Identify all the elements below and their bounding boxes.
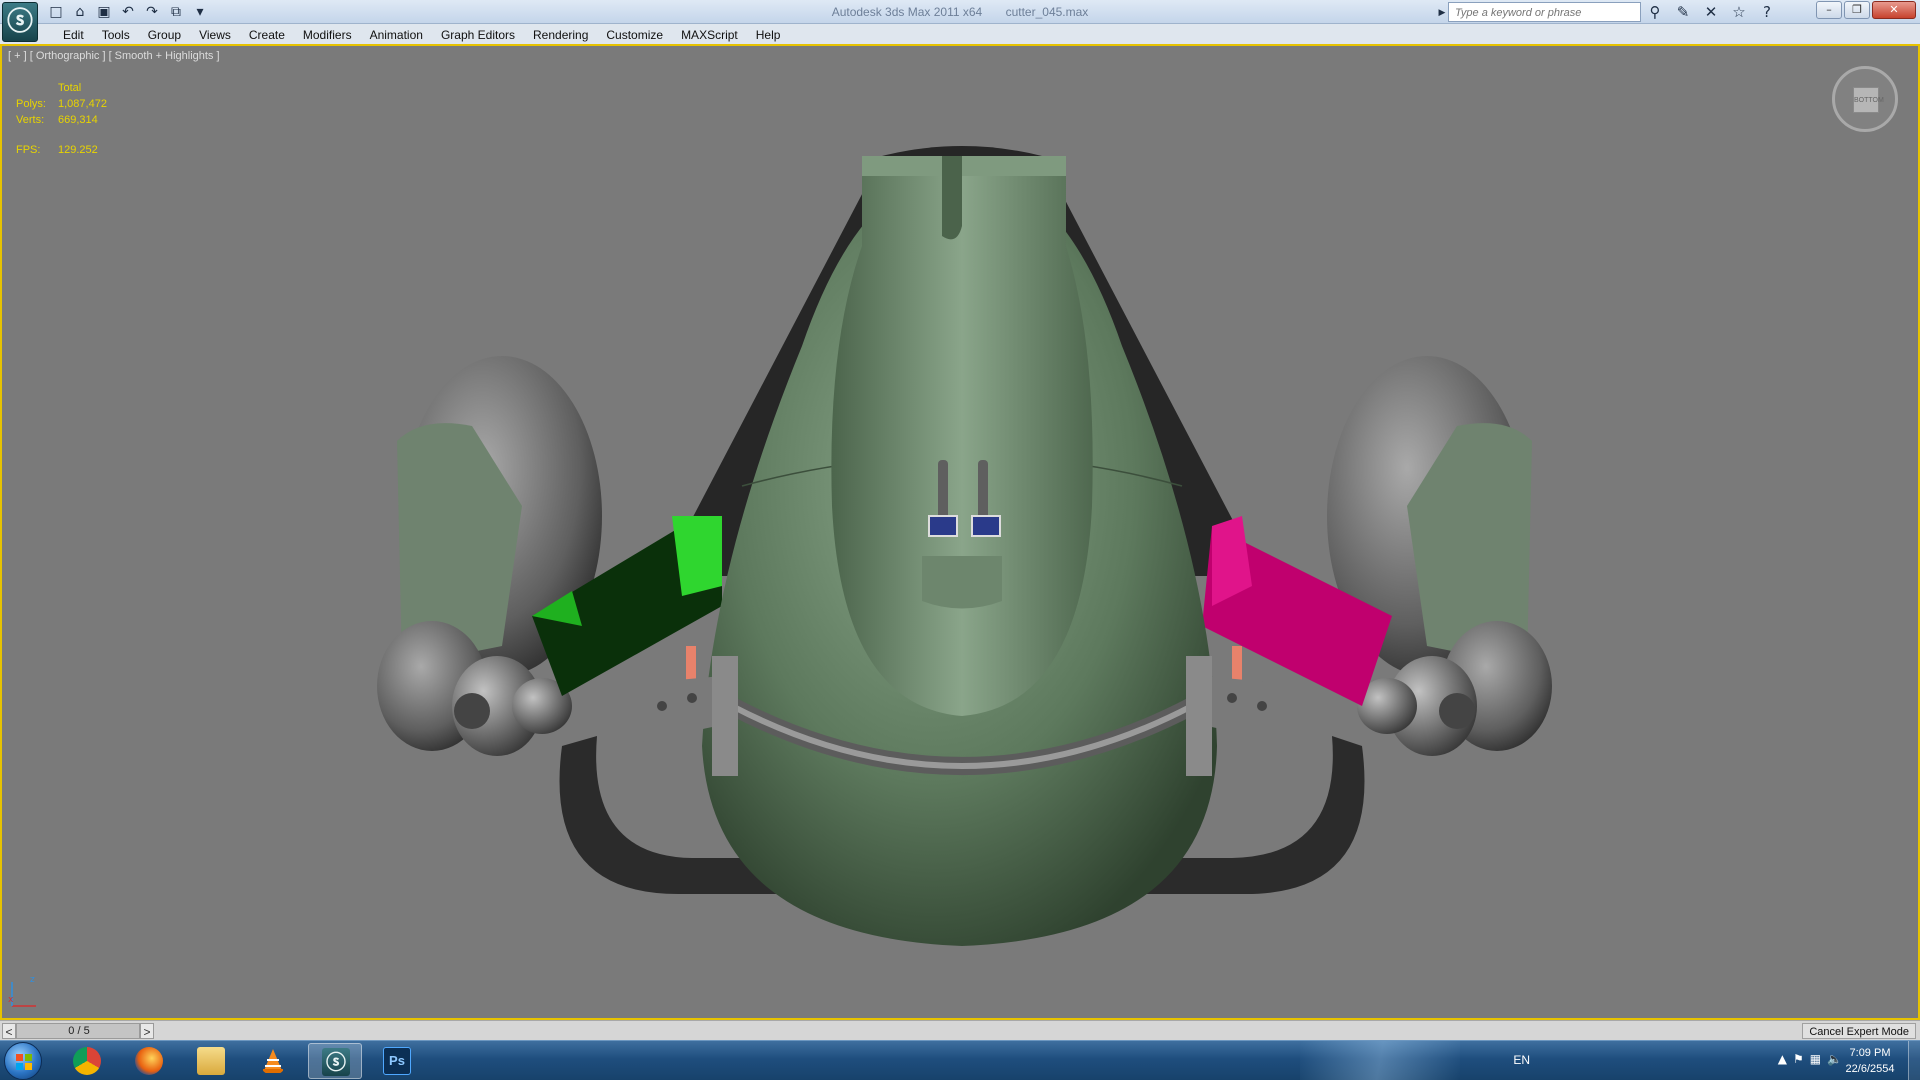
scene-render[interactable] bbox=[2, 46, 1918, 1020]
redo-icon[interactable]: ↷ bbox=[142, 3, 162, 22]
fps-label: FPS: bbox=[16, 144, 41, 156]
cancel-expert-mode-button[interactable]: Cancel Expert Mode bbox=[1802, 1023, 1916, 1039]
axis-tripod-icon: x z bbox=[8, 975, 36, 1007]
menu-animation[interactable]: Animation bbox=[361, 24, 432, 46]
show-desktop-button[interactable] bbox=[1908, 1041, 1920, 1080]
start-button[interactable] bbox=[4, 1042, 42, 1080]
clock-date: 22/6/2554 bbox=[1845, 1063, 1895, 1075]
search-box bbox=[1448, 2, 1641, 22]
taskbar-3dsmax[interactable]: ⓢ bbox=[308, 1043, 362, 1079]
window-controls: – ❐ ✕ bbox=[1816, 1, 1916, 19]
system-tray: ▲ ⚑ ▦ 🔈 bbox=[1778, 1052, 1842, 1066]
menu-rendering[interactable]: Rendering bbox=[524, 24, 597, 46]
left-bracket bbox=[612, 656, 738, 776]
viewcube[interactable]: BOTTOM bbox=[1832, 66, 1898, 132]
central-tower bbox=[831, 156, 1093, 716]
time-slider[interactable]: 0 / 5 bbox=[16, 1023, 140, 1039]
title-file-name: cutter_045.max bbox=[1005, 5, 1089, 19]
binoculars-icon[interactable]: ⚲ bbox=[1644, 2, 1666, 22]
right-bracket bbox=[1186, 656, 1312, 776]
time-slider-bar: < 0 / 5 > Cancel Expert Mode bbox=[0, 1020, 1920, 1040]
left-engine-pod bbox=[377, 356, 602, 756]
taskbar-clock[interactable]: 7:09 PM 22/6/2554 bbox=[1838, 1045, 1902, 1077]
save-file-icon[interactable]: ▣ bbox=[94, 3, 114, 22]
app-window: □ ⌂ ▣ ↶ ↷ ⧉ ▾ Autodesk 3ds Max 2011 x64 … bbox=[0, 0, 1920, 1080]
menu-create[interactable]: Create bbox=[240, 24, 294, 46]
polys-label: Polys: bbox=[16, 98, 46, 110]
taskbar-vlc[interactable] bbox=[246, 1043, 300, 1079]
viewport-label-menu[interactable]: [ + ] [ Orthographic ] [ Smooth + Highli… bbox=[8, 50, 220, 62]
qat-dropdown-icon[interactable]: ▾ bbox=[190, 3, 210, 22]
timeslider-prev-button[interactable]: < bbox=[2, 1023, 16, 1039]
photoshop-icon: Ps bbox=[383, 1047, 411, 1075]
menu-group[interactable]: Group bbox=[139, 24, 190, 46]
open-file-icon[interactable]: ⌂ bbox=[70, 3, 90, 22]
time-slider-frame: 0 / 5 bbox=[68, 1025, 90, 1037]
action-center-flag-icon[interactable]: ⚑ bbox=[1793, 1052, 1804, 1066]
title-bar: □ ⌂ ▣ ↶ ↷ ⧉ ▾ Autodesk 3ds Max 2011 x64 … bbox=[0, 0, 1920, 24]
menu-bar: Edit Tools Group Views Create Modifiers … bbox=[0, 24, 1920, 46]
menu-customize[interactable]: Customize bbox=[597, 24, 672, 46]
clock-time: 7:09 PM bbox=[1849, 1047, 1891, 1059]
polys-value: 1,087,472 bbox=[58, 98, 107, 110]
menu-views[interactable]: Views bbox=[190, 24, 240, 46]
communication-icon[interactable]: ✎ bbox=[1672, 2, 1694, 22]
axis-x-label: x bbox=[8, 995, 14, 1005]
show-hidden-icons-icon[interactable]: ▲ bbox=[1778, 1052, 1787, 1066]
application-button-icon[interactable]: ⓢ bbox=[2, 2, 38, 42]
infocenter-tools: ⚲ ✎ ✕ ☆ ? bbox=[1644, 2, 1778, 22]
minimize-button[interactable]: – bbox=[1816, 1, 1842, 19]
chrome-icon bbox=[73, 1047, 101, 1075]
menu-tools[interactable]: Tools bbox=[93, 24, 139, 46]
taskbar-firefox[interactable] bbox=[122, 1043, 176, 1079]
windows-flag-icon bbox=[16, 1054, 32, 1070]
help-icon[interactable]: ? bbox=[1756, 2, 1778, 22]
menu-edit[interactable]: Edit bbox=[54, 24, 93, 46]
main-menu: Edit Tools Group Views Create Modifiers … bbox=[54, 24, 789, 46]
menu-graph-editors[interactable]: Graph Editors bbox=[432, 24, 524, 46]
new-file-icon[interactable]: □ bbox=[46, 3, 66, 22]
maximize-button[interactable]: ❐ bbox=[1844, 1, 1870, 19]
taskbar-chrome[interactable] bbox=[60, 1043, 114, 1079]
firefox-icon bbox=[135, 1047, 163, 1075]
taskbar-glare bbox=[1300, 1041, 1460, 1080]
menu-maxscript[interactable]: MAXScript bbox=[672, 24, 747, 46]
taskbar-photoshop[interactable]: Ps bbox=[370, 1043, 424, 1079]
stats-header: Total bbox=[58, 82, 82, 94]
taskbar-explorer[interactable] bbox=[184, 1043, 238, 1079]
viewport-statistics: Total Polys: 1,087,472 Verts: 669,314 FPS:… bbox=[16, 80, 107, 158]
language-indicator[interactable]: EN bbox=[1513, 1053, 1530, 1067]
viewcube-face[interactable]: BOTTOM bbox=[1853, 87, 1884, 113]
window-title: Autodesk 3ds Max 2011 x64 cutter_045.max bbox=[560, 0, 1360, 24]
explorer-icon bbox=[197, 1047, 225, 1075]
timeslider-next-button[interactable]: > bbox=[140, 1023, 154, 1039]
close-button[interactable]: ✕ bbox=[1872, 1, 1916, 19]
menu-help[interactable]: Help bbox=[747, 24, 790, 46]
network-icon[interactable]: ▦ bbox=[1810, 1052, 1821, 1066]
search-expand-icon[interactable]: ▶ bbox=[1436, 2, 1448, 22]
undo-icon[interactable]: ↶ bbox=[118, 3, 138, 22]
hold-icon[interactable]: ⧉ bbox=[166, 3, 186, 22]
vlc-icon bbox=[263, 1049, 283, 1073]
3dsmax-icon: ⓢ bbox=[322, 1048, 350, 1076]
verts-label: Verts: bbox=[16, 114, 45, 126]
fps-value: 129.252 bbox=[58, 144, 98, 156]
quick-access-toolbar: □ ⌂ ▣ ↶ ↷ ⧉ ▾ bbox=[46, 2, 210, 22]
perspective-viewport[interactable]: [ + ] [ Orthographic ] [ Smooth + Highli… bbox=[0, 46, 1920, 1020]
verts-value: 669,314 bbox=[58, 114, 98, 126]
axis-z-label: z bbox=[30, 975, 35, 985]
menu-modifiers[interactable]: Modifiers bbox=[294, 24, 361, 46]
tools-icon[interactable]: ✕ bbox=[1700, 2, 1722, 22]
windows-taskbar: ⓢ Ps EN ▲ ⚑ ▦ 🔈 7:09 PM 22/6/2554 bbox=[0, 1040, 1920, 1080]
search-input[interactable] bbox=[1449, 4, 1640, 22]
title-app-name: Autodesk 3ds Max 2011 x64 bbox=[831, 5, 983, 19]
favorites-star-icon[interactable]: ☆ bbox=[1728, 2, 1750, 22]
